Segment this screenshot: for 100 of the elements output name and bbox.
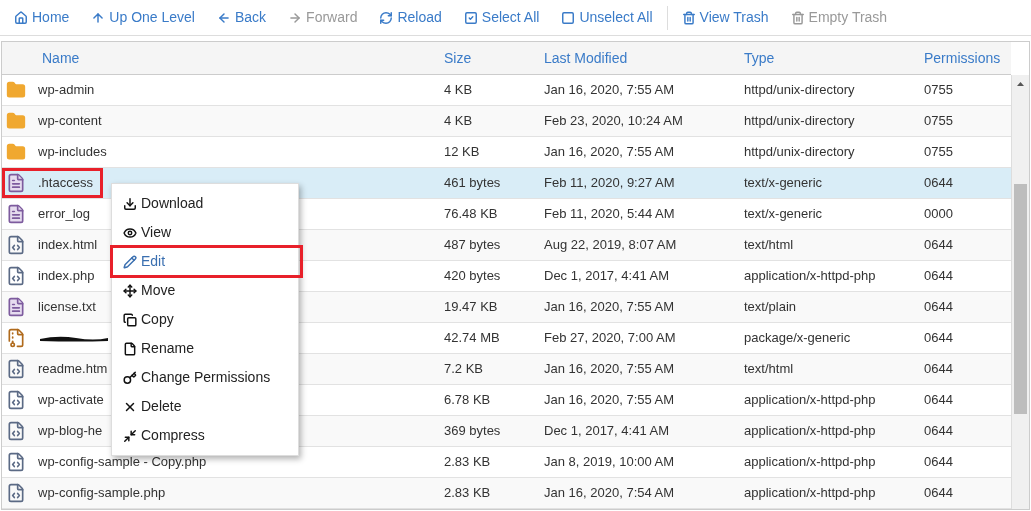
- trash-icon: [790, 10, 805, 25]
- toolbar-button[interactable]: Up One Level: [91, 7, 195, 28]
- toolbar-button[interactable]: Back: [216, 7, 267, 28]
- file-type: httpd/unix-directory: [744, 81, 856, 100]
- checkbox-icon: [463, 10, 478, 25]
- modified-date: Dec 1, 2017, 4:41 AM: [544, 422, 671, 441]
- column-header[interactable]: Name: [42, 47, 444, 69]
- file-row[interactable]: wp-content 4 KB Feb 23, 2020, 10:24 AM httpd/unix-directory 0755: [2, 106, 1011, 137]
- file-name: wp-includes: [38, 143, 107, 162]
- file-size: 487 bytes: [444, 236, 502, 255]
- file-size: 420 bytes: [444, 267, 502, 286]
- key-icon: [123, 370, 137, 385]
- file-size: 12 KB: [444, 143, 481, 162]
- download-icon: [123, 196, 137, 211]
- text-file-icon: [6, 297, 26, 317]
- column-header[interactable]: Type: [744, 47, 924, 69]
- file-size: 76.48 KB: [444, 205, 499, 224]
- code-file-icon: [6, 359, 26, 379]
- file-name: error_log: [38, 205, 91, 224]
- file-name: wp-blog-he: [38, 422, 103, 441]
- column-header[interactable]: Last Modified: [544, 47, 744, 69]
- move-arrows-icon: [123, 283, 137, 298]
- permissions-value: 0755: [924, 81, 953, 100]
- column-header[interactable]: Size: [444, 47, 544, 69]
- modified-date: Jan 16, 2020, 7:55 AM: [544, 298, 676, 317]
- code-file-icon: [6, 235, 26, 255]
- permissions-value: 0644: [924, 329, 953, 348]
- file-icon: [123, 341, 137, 356]
- code-file-icon: [6, 390, 26, 410]
- modified-date: Feb 11, 2020, 9:27 AM: [544, 174, 676, 193]
- scrollbar-thumb[interactable]: [1014, 184, 1027, 414]
- file-type: text/x-generic: [744, 174, 824, 193]
- folder-icon: [6, 111, 26, 131]
- file-type: application/x-httpd-php: [744, 453, 877, 472]
- toolbar-button[interactable]: Select All: [463, 7, 540, 28]
- modified-date: Jan 16, 2020, 7:54 AM: [544, 484, 676, 503]
- archive-file-icon: [6, 328, 26, 348]
- copy-icon: [123, 312, 137, 327]
- permissions-value: 0644: [924, 236, 953, 255]
- modified-date: Jan 8, 2019, 10:00 AM: [544, 453, 676, 472]
- compress-icon: [123, 428, 137, 443]
- permissions-value: 0644: [924, 391, 953, 410]
- permissions-value: 0644: [924, 174, 953, 193]
- modified-date: Feb 11, 2020, 5:44 AM: [544, 205, 676, 224]
- file-size: 7.2 KB: [444, 360, 485, 379]
- scroll-up-icon[interactable]: [1017, 82, 1024, 86]
- permissions-value: 0644: [924, 453, 953, 472]
- modified-date: Feb 23, 2020, 10:24 AM: [544, 112, 684, 131]
- menu-item[interactable]: Compress: [112, 421, 298, 450]
- modified-date: Dec 1, 2017, 4:41 AM: [544, 267, 671, 286]
- code-file-icon: [6, 421, 26, 441]
- modified-date: Jan 16, 2020, 7:55 AM: [544, 391, 676, 410]
- text-file-icon: [6, 173, 26, 193]
- up-arrow-icon: [91, 10, 106, 25]
- permissions-value: 0644: [924, 360, 953, 379]
- permissions-value: 0000: [924, 205, 953, 224]
- column-header[interactable]: Permissions: [924, 47, 1001, 69]
- file-size: 2.83 KB: [444, 484, 492, 503]
- file-type: application/x-httpd-php: [744, 391, 877, 410]
- modified-date: Jan 16, 2020, 7:55 AM: [544, 81, 676, 100]
- folder-icon: [6, 80, 26, 100]
- file-type: httpd/unix-directory: [744, 112, 856, 131]
- file-name: wp-config-sample - Copy.php: [38, 453, 207, 472]
- reload-icon: [379, 10, 394, 25]
- permissions-value: 0755: [924, 143, 953, 162]
- file-size: 4 KB: [444, 112, 474, 131]
- right-arrow-icon: [288, 10, 303, 25]
- file-name: index.html: [38, 236, 98, 255]
- file-name: wp-activate: [38, 391, 104, 410]
- file-type: text/html: [744, 360, 795, 379]
- modified-date: Jan 16, 2020, 7:55 AM: [544, 143, 676, 162]
- permissions-value: 0644: [924, 484, 953, 503]
- empty-checkbox-icon: [561, 10, 576, 25]
- toolbar-button[interactable]: View Trash: [681, 7, 769, 28]
- file-name: wp-config-sample.php: [38, 484, 166, 503]
- file-name: wp-admin: [38, 81, 95, 100]
- file-size: 461 bytes: [444, 174, 502, 193]
- permissions-value: 0644: [924, 298, 953, 317]
- file-size: 42.74 MB: [444, 329, 501, 348]
- modified-date: Feb 27, 2020, 7:00 AM: [544, 329, 677, 348]
- file-type: text/plain: [744, 298, 798, 317]
- pencil-icon: [123, 254, 137, 269]
- code-file-icon: [6, 266, 26, 286]
- scrollbar[interactable]: [1011, 75, 1029, 509]
- file-row[interactable]: wp-config-sample.php 2.83 KB Jan 16, 2020, 7:54 AM application/x-httpd-php 0644: [2, 478, 1011, 509]
- file-type: application/x-httpd-php: [744, 267, 877, 286]
- text-file-icon: [6, 204, 26, 224]
- toolbar-button[interactable]: Unselect All: [561, 7, 653, 28]
- permissions-value: 0755: [924, 112, 953, 131]
- toolbar-button[interactable]: Reload: [379, 7, 442, 28]
- trash-icon: [681, 10, 696, 25]
- file-size: 4 KB: [444, 81, 474, 100]
- folder-icon: [6, 142, 26, 162]
- permissions-value: 0644: [924, 267, 953, 286]
- toolbar-button[interactable]: Home: [14, 7, 70, 28]
- file-type: text/html: [744, 236, 795, 255]
- left-arrow-icon: [216, 10, 231, 25]
- file-name: wp-content: [38, 112, 102, 131]
- file-type: application/x-httpd-php: [744, 422, 877, 441]
- code-file-icon: [6, 483, 26, 503]
